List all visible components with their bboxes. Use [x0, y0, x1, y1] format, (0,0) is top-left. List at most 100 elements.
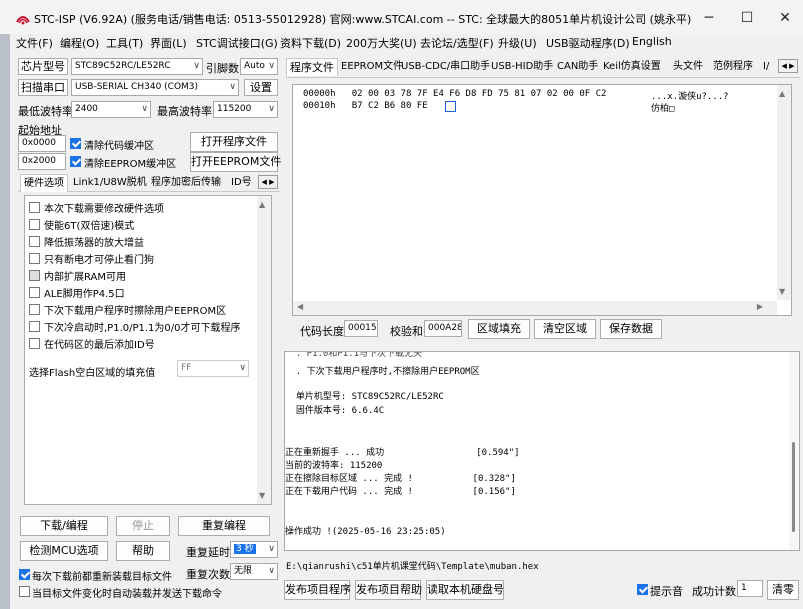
tab-can[interactable]: CAN助手	[554, 58, 601, 76]
scan-port-button[interactable]: 扫描串口	[18, 79, 68, 96]
option-checkbox[interactable]	[29, 236, 40, 247]
chevron-down-icon: ∨	[193, 61, 200, 71]
close-button[interactable]: ✕	[765, 6, 803, 30]
log-line: . 下次下载用户程序时,不擦除用户EEPROM区	[285, 367, 480, 377]
auto-send-checkbox[interactable]	[19, 586, 30, 597]
repeat-delay-select[interactable]: 3 秒 ∨	[230, 541, 278, 558]
tab-header-files[interactable]: 头文件	[670, 58, 706, 76]
beep-checkbox[interactable]	[637, 584, 648, 595]
option-checkbox[interactable]	[29, 270, 40, 281]
serial-port-select[interactable]: USB-SERIAL CH340 (COM3) ∨	[71, 79, 239, 96]
menu-english[interactable]: English	[632, 35, 672, 48]
menu-download-docs[interactable]: 资料下载(D)	[280, 35, 341, 51]
tab-encrypted-transfer[interactable]: 程序加密后传输	[148, 174, 224, 192]
scroll-up-icon[interactable]: ▲	[259, 200, 265, 209]
tab-eeprom-file[interactable]: EEPROM文件	[338, 58, 406, 76]
pin-count-select[interactable]: Auto ∨	[240, 58, 278, 75]
scroll-right-icon[interactable]: ▶	[757, 302, 763, 311]
option-checkbox[interactable]	[29, 321, 40, 332]
publish-project-program-button[interactable]: 发布项目程序	[284, 580, 351, 600]
save-data-button[interactable]: 保存数据	[600, 319, 662, 339]
clear-area-button[interactable]: 清空区域	[534, 319, 596, 339]
option-checkbox[interactable]	[29, 338, 40, 349]
help-button[interactable]: 帮助	[116, 541, 170, 561]
scroll-down-icon[interactable]: ▼	[259, 491, 265, 500]
menu-file[interactable]: 文件(F)	[16, 35, 53, 51]
fill-area-button[interactable]: 区域填充	[468, 319, 530, 339]
scroll-up-icon[interactable]: ▲	[779, 89, 785, 98]
settings-button[interactable]: 设置	[244, 79, 278, 96]
menu-tools[interactable]: 工具(T)	[106, 35, 143, 51]
eeprom-start-address-input[interactable]: 0x2000	[18, 153, 66, 170]
log-scroll-thumb[interactable]	[792, 442, 795, 532]
tab-examples[interactable]: 范例程序	[710, 58, 756, 76]
clear-eeprom-buffer-checkbox[interactable]	[70, 156, 81, 167]
chip-model-select[interactable]: STC89C52RC/LE52RC ∨	[71, 58, 203, 75]
stop-button[interactable]: 停止	[116, 516, 170, 536]
tab-usb-cdc-serial[interactable]: USB-CDC/串口助手	[398, 58, 493, 76]
option-checkbox[interactable]	[29, 219, 40, 230]
code-start-address-input[interactable]: 0x0000	[18, 135, 66, 152]
log-scrollbar[interactable]	[789, 352, 799, 550]
tab-link1-offline[interactable]: Link1/U8W脱机	[70, 174, 150, 192]
reload-file-checkbox[interactable]	[19, 569, 30, 580]
open-eeprom-file-button[interactable]: 打开EEPROM文件	[190, 152, 281, 172]
clear-code-buffer-checkbox[interactable]	[70, 138, 81, 149]
tab-id-number[interactable]: ID号	[228, 174, 255, 192]
hex-horizontal-scrollbar[interactable]: ◀ ▶	[293, 301, 777, 315]
option-checkbox[interactable]	[29, 304, 40, 315]
stc-isp-window: STC-ISP (V6.92A) (服务电话/销售电话: 0513-550129…	[0, 0, 803, 609]
maximize-button[interactable]: ☐	[727, 6, 767, 30]
code-length-field: 00015	[344, 320, 378, 337]
tab-scroll-arrows[interactable]: ◀ ▶	[778, 59, 798, 73]
tab-hardware-options[interactable]: 硬件选项	[20, 174, 68, 192]
min-baud-select[interactable]: 2400 ∨	[71, 101, 151, 118]
max-baud-select[interactable]: 115200 ∨	[213, 101, 278, 118]
option-checkbox[interactable]	[29, 202, 40, 213]
repeat-count-label: 重复次数	[186, 568, 230, 581]
options-scrollbar[interactable]: ▲ ▼	[257, 196, 271, 504]
flash-fill-label: 选择Flash空白区域的填充值	[29, 368, 156, 379]
menu-upgrade[interactable]: 升级(U)	[498, 35, 537, 51]
clear-count-button[interactable]: 清零	[767, 580, 799, 600]
download-program-button[interactable]: 下载/编程	[20, 516, 108, 536]
detect-mcu-options-button[interactable]: 检测MCU选项	[20, 541, 108, 561]
tab-io[interactable]: I/	[760, 58, 772, 76]
tab-scroll-arrows[interactable]: ◀ ▶	[258, 175, 278, 189]
option-checkbox[interactable]	[29, 253, 40, 264]
log-line-partial: . P1.0和P1.1与下次下载无关	[285, 351, 423, 359]
repeat-count-value: 无限	[234, 566, 253, 576]
scroll-left-icon[interactable]: ◀	[297, 302, 303, 311]
menu-usb-driver[interactable]: USB驱动程序(D)	[546, 35, 630, 51]
menu-interface[interactable]: 界面(L)	[150, 35, 187, 51]
option-checkbox[interactable]	[29, 287, 40, 298]
tab-program-file[interactable]: 程序文件	[286, 58, 338, 76]
option-label: 降低振荡器的放大增益	[44, 238, 144, 249]
log-line: 正在下载用户代码 ... 完成 ! [0.156"]	[285, 487, 516, 497]
publish-project-help-button[interactable]: 发布项目帮助	[355, 580, 422, 600]
log-output-panel[interactable]: . P1.0和P1.1与下次下载无关 . 下次下载用户程序时,不擦除用户EEPR…	[284, 351, 800, 551]
flash-fill-select[interactable]: FF ∨	[177, 360, 249, 377]
hex-vertical-scrollbar[interactable]: ▲ ▼	[777, 85, 791, 300]
repeat-program-button[interactable]: 重复编程	[178, 516, 270, 536]
tab-usb-hid[interactable]: USB-HID助手	[488, 58, 556, 76]
menu-debug[interactable]: STC调试接口(G)	[196, 35, 278, 51]
hex-view-panel[interactable]: 00000h 02 00 03 78 7F E4 F6 D8 FD 75 81 …	[292, 84, 792, 316]
repeat-count-select[interactable]: 无限 ∨	[230, 563, 278, 580]
minimize-button[interactable]: ─	[689, 6, 729, 30]
read-disk-id-button[interactable]: 读取本机硬盘号	[426, 580, 504, 600]
reload-file-label: 每次下载前都重新装载目标文件	[32, 572, 172, 583]
title-bar: STC-ISP (V6.92A) (服务电话/销售电话: 0513-550129…	[0, 0, 803, 34]
menu-forum[interactable]: 去论坛/选型(F)	[420, 35, 494, 51]
open-program-file-button[interactable]: 打开程序文件	[190, 132, 278, 152]
menu-bar: 文件(F) 编程(O) 工具(T) 界面(L) STC调试接口(G) 资料下载(…	[10, 34, 803, 52]
ascii-line: 仿柏□	[651, 104, 675, 114]
chevron-down-icon: ∨	[141, 104, 148, 114]
min-baud-label: 最低波特率	[18, 105, 73, 118]
menu-prize[interactable]: 200万大奖(U)	[346, 35, 417, 51]
tab-keil-sim[interactable]: Keil仿真设置	[600, 58, 664, 76]
code-length-value: 00015	[348, 323, 377, 333]
scroll-down-icon[interactable]: ▼	[779, 287, 785, 296]
log-line: 正在擦除目标区域 ... 完成 ! [0.328"]	[285, 474, 516, 484]
menu-program[interactable]: 编程(O)	[60, 35, 99, 51]
